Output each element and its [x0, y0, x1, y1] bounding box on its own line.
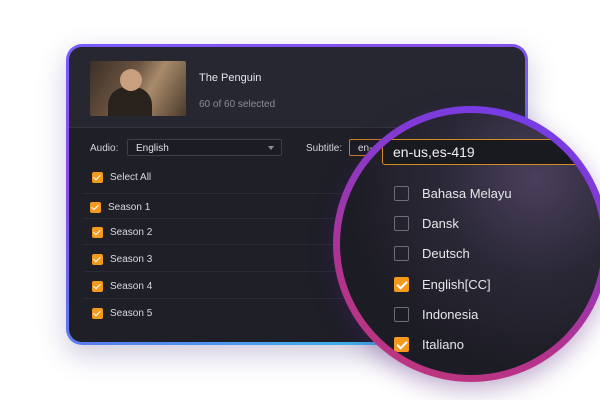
- option-indonesia-checkbox[interactable]: [394, 307, 409, 322]
- season-5-checkbox[interactable]: [92, 308, 103, 319]
- magnifier-ring: en-us,es-419 Bahasa Melayu Dansk Deutsch…: [333, 106, 600, 382]
- media-thumbnail: [90, 61, 186, 116]
- season-2-label: Season 2: [110, 227, 153, 238]
- thumbnail-figure-head: [120, 69, 142, 91]
- option-bahasa-melayu-checkbox[interactable]: [394, 186, 409, 201]
- option-dansk-label: Dansk: [422, 216, 459, 231]
- audio-label: Audio:: [90, 143, 119, 154]
- season-2-checkbox[interactable]: [92, 227, 103, 238]
- option-indonesia-label: Indonesia: [422, 307, 479, 322]
- select-all-checkbox[interactable]: [92, 172, 103, 183]
- option-italiano-label: Italiano: [422, 337, 464, 352]
- season-4-checkbox[interactable]: [92, 281, 103, 292]
- audio-select-value: English: [136, 143, 169, 154]
- thumbnail-figure-body: [108, 87, 152, 116]
- option-bahasa-melayu-label: Bahasa Melayu: [422, 186, 512, 201]
- selected-count: 60 of 60 selected: [199, 99, 276, 110]
- magnifier-lens: en-us,es-419 Bahasa Melayu Dansk Deutsch…: [340, 113, 600, 375]
- season-3-label: Season 3: [110, 254, 153, 265]
- option-english-cc-label: English[CC]: [422, 277, 491, 292]
- season-4-label: Season 4: [110, 281, 153, 292]
- subtitle-label: Subtitle:: [306, 143, 343, 154]
- season-1-checkbox[interactable]: [90, 202, 101, 213]
- select-all-label: Select All: [110, 172, 152, 183]
- chevron-down-icon: [268, 146, 274, 150]
- season-3-checkbox[interactable]: [92, 254, 103, 265]
- option-deutsch-label: Deutsch: [422, 246, 470, 261]
- season-5-label: Season 5: [110, 308, 153, 319]
- option-deutsch-checkbox[interactable]: [394, 246, 409, 261]
- season-1-label: Season 1: [108, 202, 151, 213]
- audio-select[interactable]: English: [127, 139, 282, 156]
- media-title: The Penguin: [199, 72, 262, 84]
- option-italiano-checkbox[interactable]: [394, 337, 409, 352]
- subtitle-select-zoomed[interactable]: en-us,es-419: [382, 139, 600, 165]
- option-dansk-checkbox[interactable]: [394, 216, 409, 231]
- option-english-cc-checkbox[interactable]: [394, 277, 409, 292]
